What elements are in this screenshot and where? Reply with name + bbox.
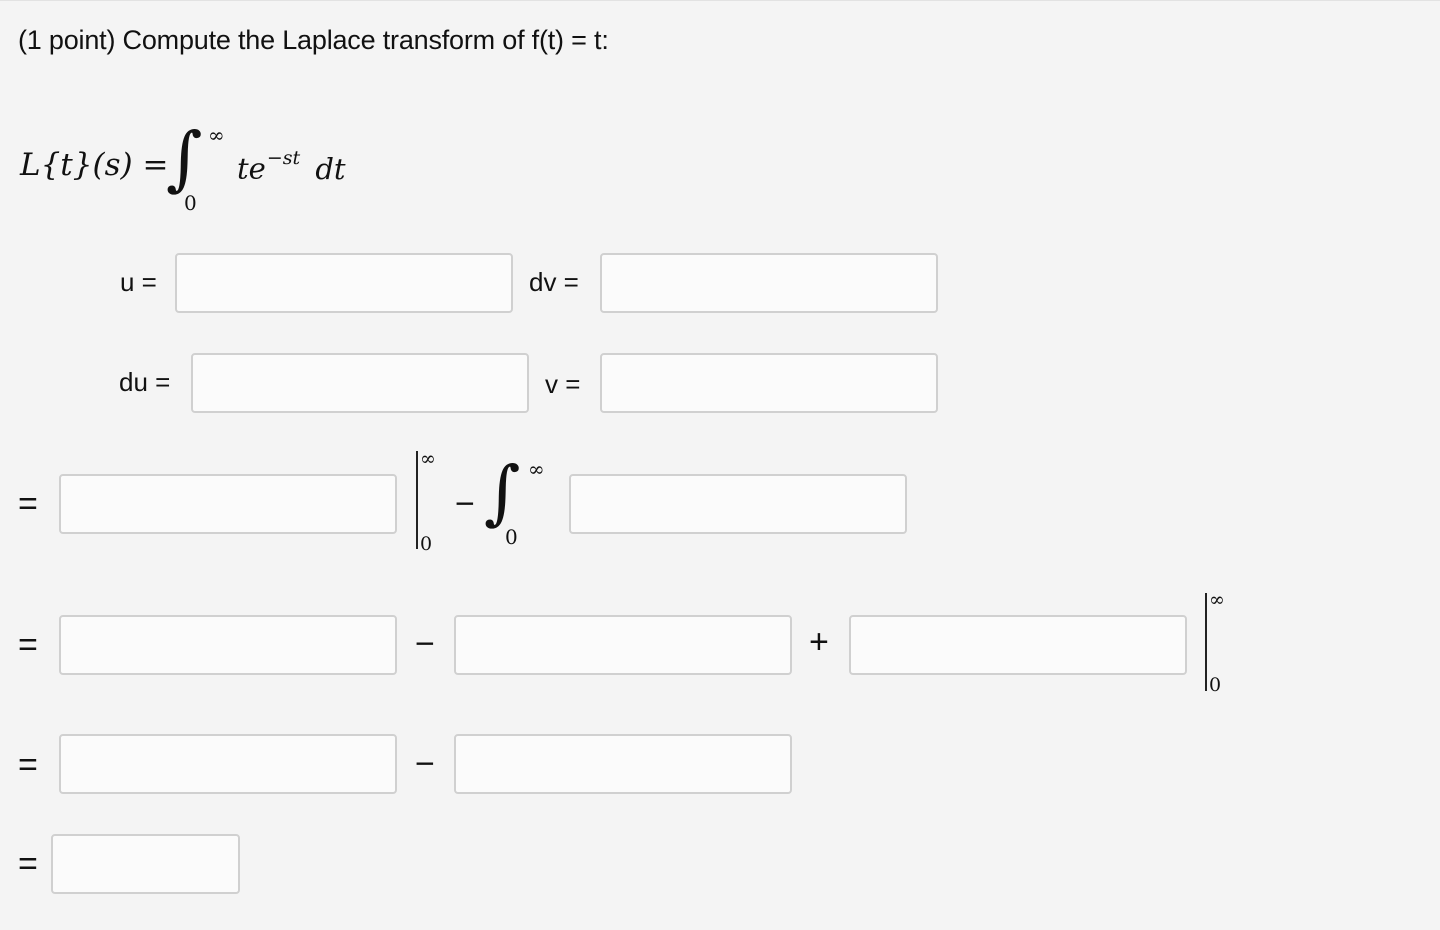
- step2-first-input[interactable]: [59, 615, 397, 675]
- step2-second-input[interactable]: [454, 615, 792, 675]
- uv-product-input[interactable]: [59, 474, 397, 534]
- integrand: te−st dt: [237, 147, 346, 186]
- problem-title: (1 point) Compute the Laplace transform …: [18, 25, 609, 55]
- equals-sign: =: [18, 746, 38, 784]
- eval-lower-limit: 0: [420, 533, 433, 555]
- integral-lower-limit: 0: [505, 525, 518, 549]
- plus-sign: +: [809, 623, 829, 661]
- minus-sign: −: [415, 745, 435, 783]
- v-du-integral-input[interactable]: [569, 474, 907, 534]
- equals-sign: =: [18, 485, 38, 523]
- eval-upper-limit: ∞: [420, 448, 436, 470]
- integral-upper-limit: ∞: [528, 457, 545, 481]
- minus-sign: −: [415, 625, 435, 663]
- step2-third-input[interactable]: [849, 615, 1187, 675]
- evaluation-bar: [416, 451, 418, 549]
- u-input[interactable]: [175, 253, 513, 313]
- integrand-base: te: [237, 151, 266, 186]
- u-label: u =: [120, 267, 157, 297]
- dv-label: dv =: [529, 267, 579, 297]
- integral-upper-limit: ∞: [208, 123, 225, 147]
- equals-sign: =: [18, 845, 38, 883]
- integrand-differential: dt: [315, 151, 346, 186]
- evaluation-bar: [1205, 593, 1207, 691]
- du-label: du =: [119, 367, 171, 397]
- eval-lower-limit: 0: [1209, 674, 1222, 696]
- laplace-lhs: L{t}(s) =: [20, 147, 169, 183]
- integral-lower-limit: 0: [184, 191, 197, 215]
- minus-sign: −: [455, 485, 475, 523]
- step3-first-input[interactable]: [59, 734, 397, 794]
- v-label: v =: [545, 369, 581, 399]
- final-answer-input[interactable]: [51, 834, 240, 894]
- integral-sign: ∫: [484, 451, 521, 533]
- du-input[interactable]: [191, 353, 529, 413]
- integrand-exponent: −st: [266, 147, 301, 169]
- v-input[interactable]: [600, 353, 938, 413]
- equals-sign: =: [18, 626, 38, 664]
- integral-sign: ∫: [166, 117, 203, 199]
- problem-panel: (1 point) Compute the Laplace transform …: [0, 0, 1440, 930]
- dv-input[interactable]: [600, 253, 938, 313]
- eval-upper-limit: ∞: [1209, 589, 1225, 611]
- step3-second-input[interactable]: [454, 734, 792, 794]
